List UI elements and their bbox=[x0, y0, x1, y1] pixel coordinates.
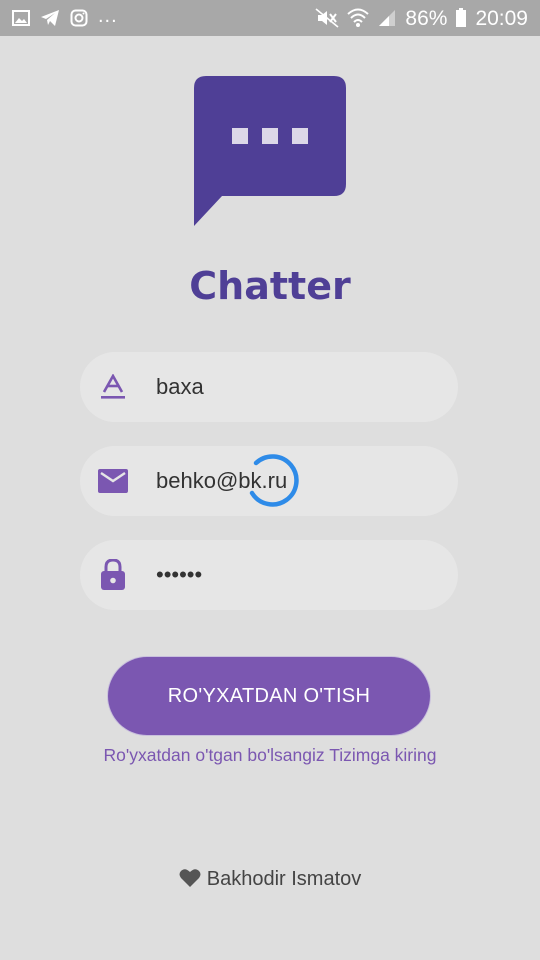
text-format-icon bbox=[98, 372, 128, 402]
name-input-value[interactable]: baxa bbox=[156, 352, 204, 422]
more-notifications-indicator: ... bbox=[98, 5, 118, 27]
mute-icon bbox=[315, 8, 339, 28]
battery-percent: 86% bbox=[405, 6, 448, 30]
login-link[interactable]: Ro'yxatdan o'tgan bo'lsangiz Tizimga kir… bbox=[0, 745, 540, 766]
battery-icon bbox=[455, 8, 467, 28]
register-screen: ... 86% 20:09 Chatter baxa behko@bk.ru •… bbox=[0, 0, 540, 960]
signal-icon bbox=[377, 8, 397, 28]
status-bar-left: ... bbox=[12, 0, 118, 36]
status-bar-right: 86% 20:09 bbox=[315, 0, 528, 36]
app-title: Chatter bbox=[189, 264, 351, 308]
loading-spinner bbox=[240, 451, 300, 511]
image-icon bbox=[12, 10, 30, 26]
chat-bubble-logo-icon bbox=[194, 76, 346, 226]
mail-icon bbox=[98, 466, 128, 496]
register-button[interactable]: RO'YXATDAN O'TISH bbox=[108, 657, 430, 735]
heart-icon bbox=[179, 868, 201, 894]
author-credit: Bakhodir Ismatov bbox=[0, 868, 540, 894]
instagram-icon bbox=[70, 9, 88, 27]
author-name: Bakhodir Ismatov bbox=[206, 868, 362, 890]
wifi-icon bbox=[347, 8, 370, 28]
telegram-icon bbox=[40, 9, 60, 27]
password-field[interactable]: •••••• bbox=[80, 540, 458, 610]
name-field[interactable]: baxa bbox=[80, 352, 458, 422]
password-input-value[interactable]: •••••• bbox=[156, 540, 202, 610]
lock-icon bbox=[98, 559, 128, 590]
status-time: 20:09 bbox=[475, 6, 528, 30]
status-bar: ... 86% 20:09 bbox=[0, 0, 540, 36]
